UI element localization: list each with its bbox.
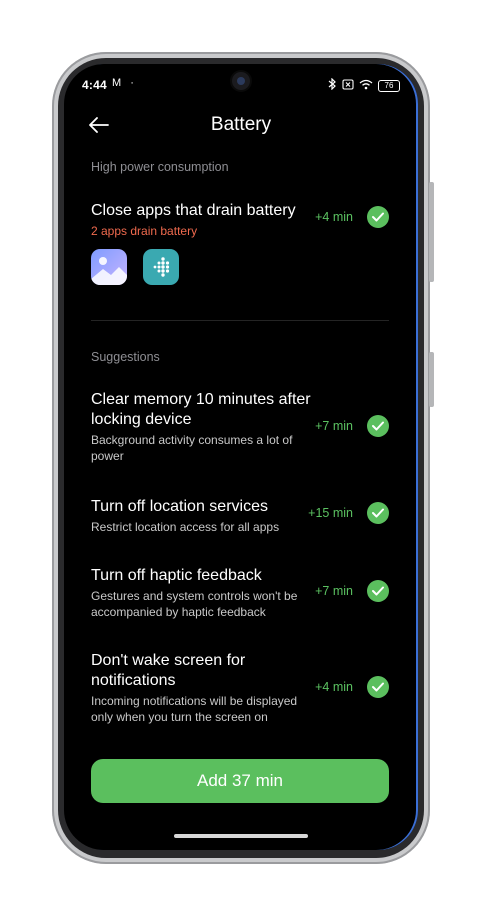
draining-apps (91, 249, 179, 285)
gallery-icon (91, 249, 127, 285)
item-subtitle: Restrict location access for all apps (91, 520, 280, 534)
check-icon[interactable] (367, 206, 389, 228)
gain-label: +7 min (315, 584, 353, 598)
check-icon[interactable] (367, 415, 389, 437)
close-apps-item[interactable]: Close apps that drain battery 2 apps dra… (91, 201, 389, 239)
item-title: Turn off haptic feedback (91, 567, 262, 584)
suggestion-item-location[interactable]: Turn off location services Restrict loca… (91, 497, 389, 535)
dot-icon: · (130, 77, 134, 89)
battery-icon: 76 (378, 79, 400, 92)
item-title: Clear memory 10 minutes after locking de… (91, 391, 311, 428)
gain-label: +4 min (315, 210, 353, 224)
gain-label: +7 min (315, 419, 353, 433)
system-icons: 76 (328, 77, 400, 93)
screen: 4:44 M · 76 Battery High power consumpti… (64, 64, 418, 850)
check-icon[interactable] (367, 502, 389, 524)
gmail-icon: M (112, 77, 122, 89)
item-title: Don't wake screen for notifications (91, 652, 246, 689)
item-title: Turn off location services (91, 498, 268, 515)
add-time-button[interactable]: Add 37 min (91, 759, 389, 803)
suggestion-item-wake-screen[interactable]: Don't wake screen for notifications Inco… (91, 651, 389, 725)
suggestion-item-haptic[interactable]: Turn off haptic feedback Gestures and sy… (91, 566, 389, 620)
no-sim-icon (342, 78, 354, 93)
volume-button (429, 182, 434, 282)
gain-label: +4 min (315, 680, 353, 694)
bluetooth-icon (328, 77, 337, 93)
item-title: Close apps that drain battery (91, 202, 296, 219)
section-suggestions: Suggestions (91, 350, 160, 364)
home-indicator[interactable] (174, 834, 308, 838)
item-subtitle: Incoming notifications will be displayed… (91, 694, 298, 724)
status-time: 4:44 (82, 78, 107, 92)
check-icon[interactable] (367, 676, 389, 698)
status-bar: 4:44 M · 76 (82, 77, 400, 94)
power-button (429, 352, 434, 407)
item-subtitle: Background activity consumes a lot of po… (91, 433, 293, 463)
item-subtitle: 2 apps drain battery (91, 224, 198, 238)
app-header: Battery (64, 114, 418, 138)
divider (91, 320, 389, 321)
fitbit-icon (143, 249, 179, 285)
item-subtitle: Gestures and system controls won't be ac… (91, 589, 298, 619)
notification-icons: M · (112, 77, 134, 89)
gain-label: +15 min (308, 506, 353, 520)
wifi-icon (359, 79, 373, 93)
page-title: Battery (210, 114, 272, 135)
suggestion-item-clear-memory[interactable]: Clear memory 10 minutes after locking de… (91, 390, 389, 464)
section-high-power: High power consumption (91, 160, 229, 174)
check-icon[interactable] (367, 580, 389, 602)
